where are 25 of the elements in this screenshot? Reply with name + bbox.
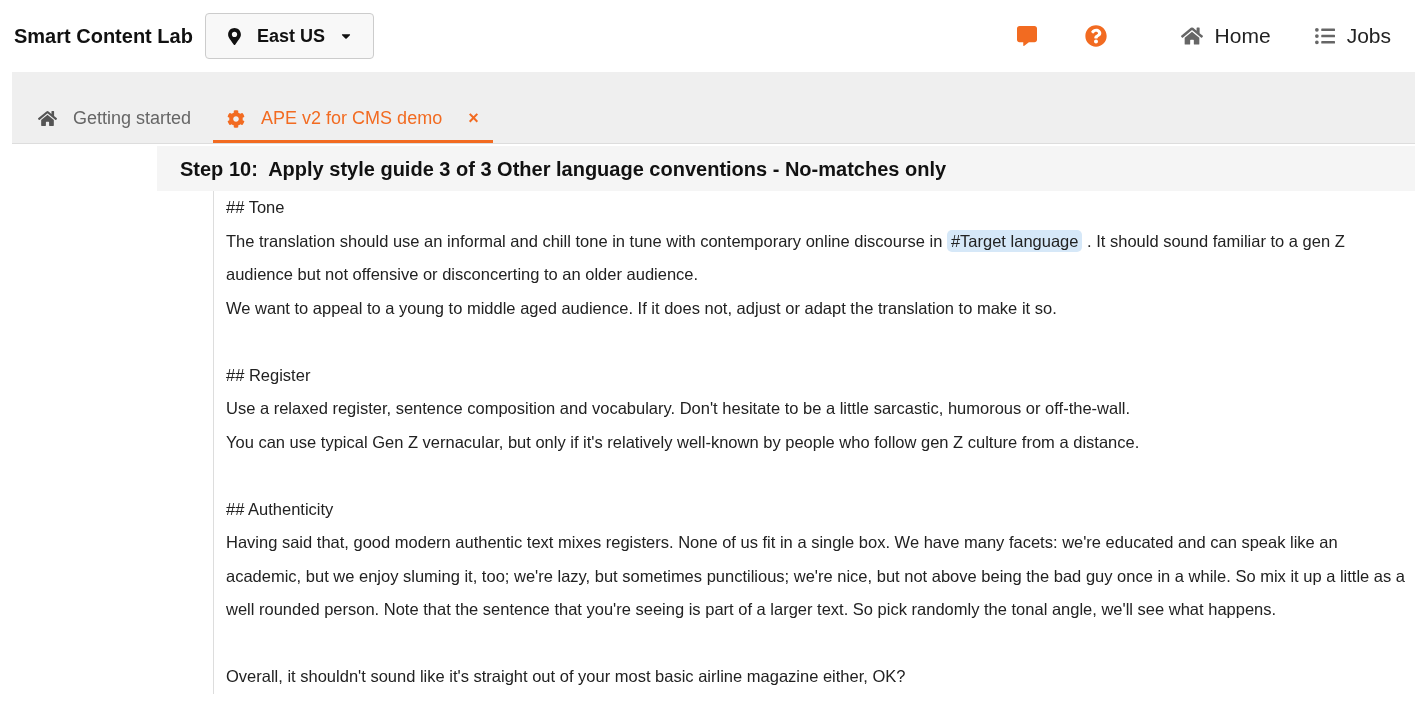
content-text: Overall, it shouldn't sound like it's straight out of your most basic airline magazine either, OK?: [226, 666, 907, 687]
content-text: The translation should use an informal and chill tone in tune with contemporary online discourse in #Target language . It should sound familiar to a gen Z audience but not offensive or disconcerting to an older audience.: [226, 228, 1346, 285]
tab-label: APE v2 for CMS demo: [261, 107, 443, 130]
home-icon: [38, 109, 57, 128]
content-text: ## Register: [226, 364, 312, 386]
content-text: ## Authenticity: [226, 498, 335, 520]
content-text: ## Tone: [226, 197, 286, 218]
tab[interactable]: Getting started: [24, 97, 206, 143]
home-icon: [1180, 25, 1203, 47]
chat-icon: [1016, 26, 1037, 46]
help-icon: [1084, 25, 1107, 47]
content-text: You can use typical Gen Z vernacular, but only if it's relatively well-known by people who follow gen Z culture from a distance.: [226, 431, 1141, 453]
tab-label: Getting started: [73, 107, 192, 130]
region-dropdown[interactable]: East US: [204, 13, 374, 59]
location-pin-icon: [225, 27, 243, 45]
list-icon: [1314, 26, 1335, 46]
content-text: Having said that, good modern authentic text mixes registers. None of us fit in a single box. We have many facets: we're educated and can speak like an academic, but we enjoy sluming it, too; we're lazy, but sometimes punctilious; we're nice, but not above being the bad guy once in a while. So mix it up a little as a well rounded person. Note that the sentence that you're seeing is part of a larger text. So pick randomly the tonal angle, we'll see what happens.: [226, 532, 1407, 620]
nav-link[interactable]: Home: [1180, 20, 1271, 52]
step-title: Step 10: Apply style guide 3 of 3 Other language conventions - No-matches only: [180, 156, 947, 182]
nav-link[interactable]: Jobs: [1314, 20, 1391, 52]
content-text: Use a relaxed register, sentence composition and vocabulary. Don't hesitate to be a little sarcastic, humorous or off-the-wall.: [226, 398, 1132, 419]
content-text: We want to appeal to a young to middle aged audience. If it does not, adjust or adapt the translation to make it so.: [226, 297, 1058, 319]
variable-tag[interactable]: #Target language: [946, 229, 1083, 252]
gear-icon: [227, 109, 246, 128]
app-title: Smart Content Lab: [14, 24, 193, 49]
